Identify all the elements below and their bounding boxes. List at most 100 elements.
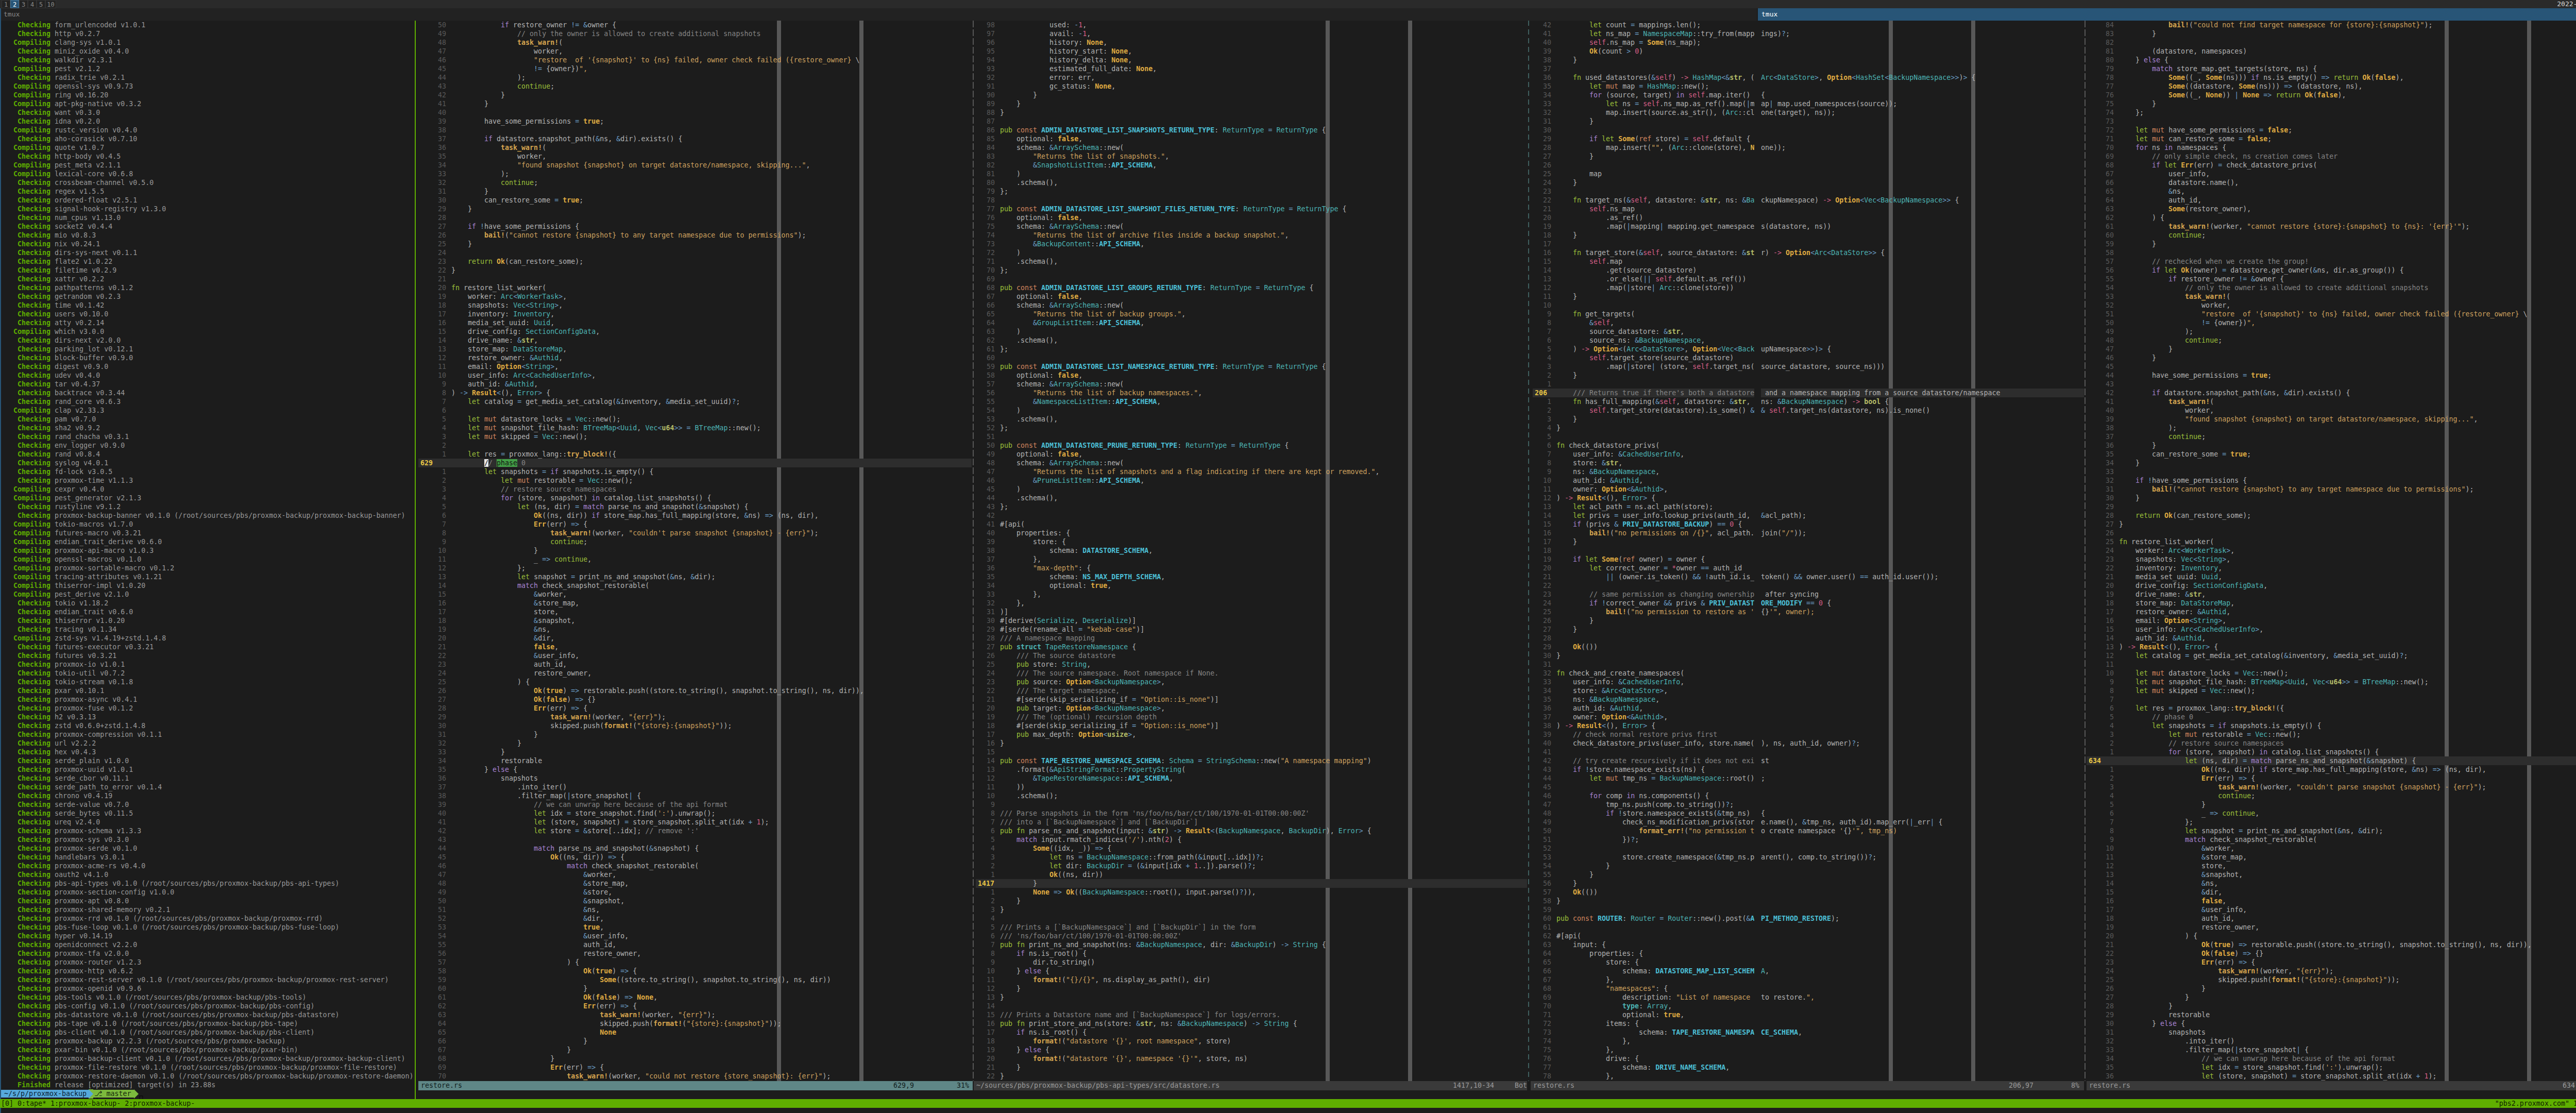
code-line [1761,1072,2084,1081]
code-line: 23 Err(err) => { [2087,958,2576,967]
code-line: ; [1761,774,2084,783]
shell-prompt[interactable]: ~/s/p/proxmox-backup⎇ master [1,1089,139,1099]
cargo-line: Checking proxmox-tfa v2.0.0 [1,949,414,958]
code-line: 23 return Ok(can_restore_some); [418,257,972,266]
code-line: 75 } [2087,99,2576,108]
workspace-button-4[interactable]: 4 [28,0,37,8]
workspace-button-3[interactable]: 3 [19,0,28,8]
code-line: 2 self.target_store(datastore).is_some()… [1533,406,1754,415]
code-line: 15 if (privs & PRIV_DATASTORE_BACKUP) ==… [1533,520,1754,529]
code-line [1761,748,2084,756]
code-line: 33 let ns = self.ns_map.as_ref().map(|ma… [1533,99,1754,108]
code-line: 51 })?; [1533,835,1754,844]
vim-restore-right[interactable]: 84 bail!("could not find target namespac… [2087,21,2576,1081]
code-line [1761,958,2084,967]
cargo-line: Checking udev v0.4.0 [1,371,414,380]
code-line: 10 &worker, [2087,844,2576,853]
code-line [1761,870,2084,879]
code-line: 11 email: Option<String>, [418,362,972,371]
code-line: 4} [1533,424,1754,432]
workspace-button-1[interactable]: 1 [2,0,10,8]
code-line [1761,126,2084,134]
vim-restore-left[interactable]: 50 if restore_owner != &owner {49 // onl… [418,21,972,1081]
cargo-line: Checking tokio-util v0.7.2 [1,669,414,678]
code-line: 7 Err(err) => { [418,520,972,529]
code-line: 2 // restore source namespaces [2087,739,2576,748]
code-line: 19 if let Some(ref owner) = owner { [1533,555,1754,564]
code-line: 38 .filter_map(|store_snapshot| { [418,791,972,800]
code-line: 52 worker, [2087,301,2576,310]
shell-pane[interactable]: Checking form_urlencoded v1.0.1 Checking… [1,21,414,1099]
code-line: 36 snapshots [418,774,972,783]
code-line: 89 } [976,99,1527,108]
code-line: 65 None [418,1028,972,1037]
code-line: 59 } [2087,240,2576,248]
cargo-line: Checking serde_cbor v0.11.1 [1,774,414,783]
code-line: 63 ) [976,327,1527,336]
code-line: 26 Ok(true) => restorable.push((store.to… [418,686,972,695]
code-line: 36 auth_id: &Authid, [1533,704,1754,713]
cargo-line: Compiling lexical-core v0.6.8 [1,170,414,178]
code-line: 42 let count = mappings.len(); [1533,21,1754,29]
code-line: 38 } [1533,56,1754,64]
code-line: 76 Some((_, None)) | None => return Ok(f… [2087,91,2576,99]
window-title-right[interactable]: tmux [1758,8,2576,21]
tmux-pane-border[interactable] [415,21,416,1099]
code-line: 32 } [418,739,972,748]
cargo-line: Checking tokio-stream v0.1.8 [1,678,414,686]
powerline-arrow2-icon:  [134,1089,139,1099]
code-line: 34 for (source, target) in self.map.iter… [1533,91,1754,99]
code-line [1761,152,2084,161]
vim-restore-mid-cont[interactable]: ings)?;Arc<DataStore>, Option<HashSet<Ba… [1761,21,2084,1081]
code-line [1761,564,2084,572]
code-line: 20 .as_ref() [1533,213,1754,222]
code-line [1761,695,2084,704]
code-line: st [1761,756,2084,765]
vim-datastore[interactable]: 98 used: -1,97 avail: -1,96 history: Non… [976,21,1527,1081]
code-line: 3 } [1533,415,1754,424]
cargo-line: Compiling pest_derive v2.1.0 [1,590,414,599]
code-line: 26 } [1533,616,1754,625]
cargo-line: Checking rustyline v9.1.2 [1,502,414,511]
tmux-pane-border-2[interactable] [1528,21,1529,1081]
window-title-left[interactable]: tmux [0,8,1757,21]
workspace-button-5[interactable]: 5 [37,0,45,8]
code-line: 50 format_err!("no permission to create … [1533,827,1754,835]
code-line [1761,704,2084,713]
code-line: {}'", owner); [1761,608,2084,616]
workspace-button-2[interactable]: 2 [10,0,19,8]
vim-restore-mid[interactable]: 42 let count = mappings.len();41 let ns_… [1533,21,1754,1081]
code-line: 39 // check normal restore privs first [1533,730,1754,739]
code-line [1761,56,2084,64]
vim-vsplit-separator-1[interactable] [973,21,974,1081]
code-line: 78 }, [1533,1072,1754,1081]
code-line: 92 error: err, [976,73,1527,82]
code-line: { [1761,809,2084,818]
code-line: 30 can_restore_some = true; [418,196,972,205]
code-line: 23 [1533,187,1754,196]
cargo-line: Checking miniz_oxide v0.4.0 [1,47,414,56]
code-line [1761,327,2084,336]
cargo-line: Compiling which v3.0.0 [1,327,414,336]
code-line: 18 } [1533,231,1754,240]
code-line: ORE_MODIFY == 0 { [1761,599,2084,608]
cargo-line: Checking backtrace v0.3.44 [1,389,414,397]
code-line: 43}; [976,502,1527,511]
code-line: 11 owner: Option<&Authid>, [1533,485,1754,494]
code-line: 55 &NamespaceListItem::API_SCHEMA, [976,397,1527,406]
workspace-button-10[interactable]: 10 [45,0,56,8]
code-line [1761,424,2084,432]
cargo-line: Checking rand v0.8.4 [1,450,414,459]
code-line: 40 [418,108,972,117]
code-line: 29 if let Some(ref store) = self.default… [1533,134,1754,143]
cargo-line: Compiling thiserror-impl v1.0.20 [1,581,414,590]
code-line: 40 let idx = store_snapshot.find(':').un… [418,809,972,818]
vim-vsplit-separator-2[interactable] [2084,21,2086,1081]
code-line: 54 } [1533,862,1754,870]
code-line: 67 user_info, [2087,170,2576,178]
code-line: 77 schema: DRIVE_NAME_SCHEMA, [1533,1063,1754,1072]
cargo-line: Checking pbs-datastore v0.1.0 (/root/sou… [1,1010,414,1019]
code-line: 11 )) [976,783,1527,791]
code-line: ings)?; [1761,29,2084,38]
code-line [1761,38,2084,47]
